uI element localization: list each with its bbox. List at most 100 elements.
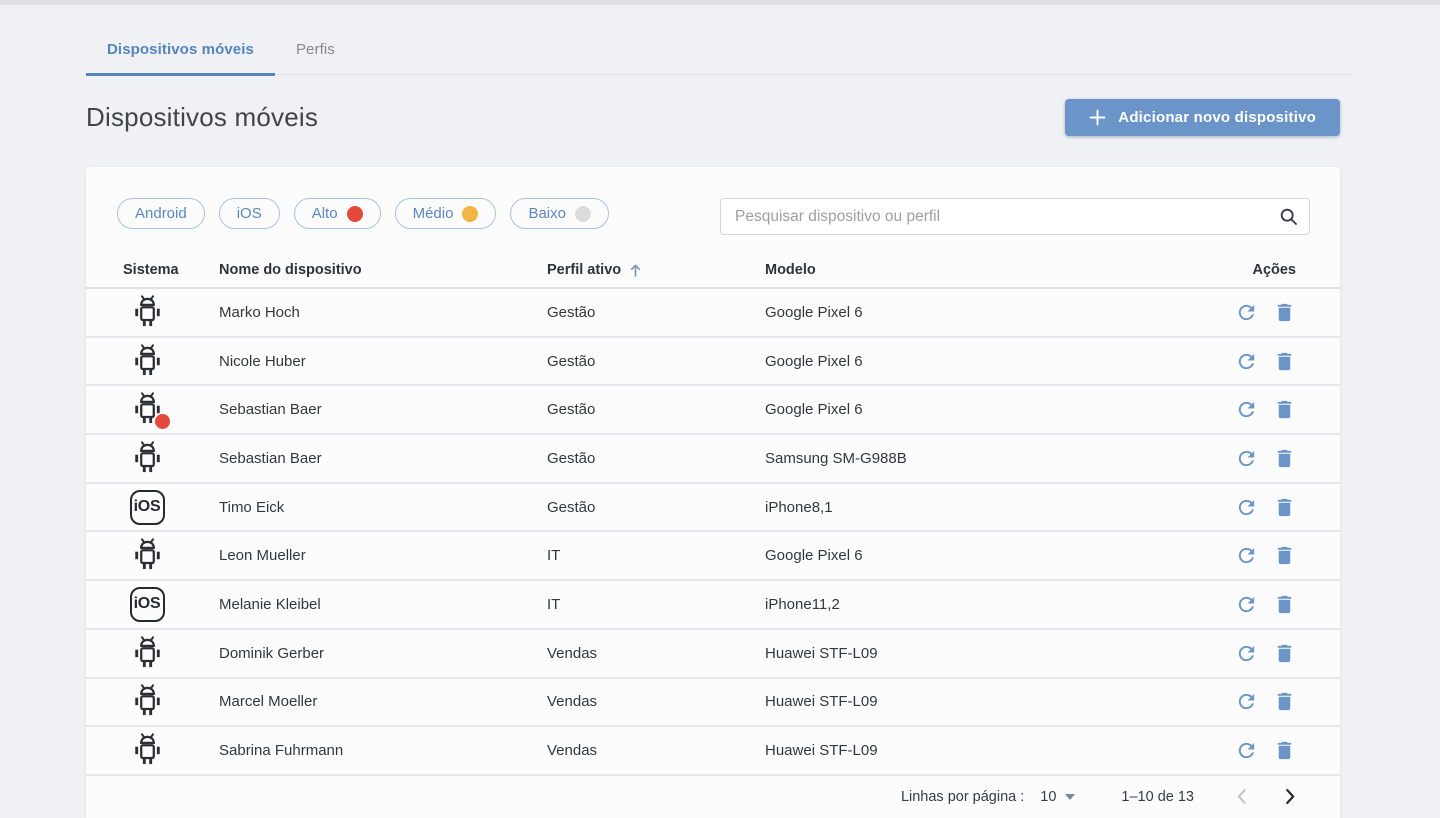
toolbar: Android iOS Alto Médio Baixo — [86, 167, 1340, 235]
column-header-sistema: Sistema — [86, 262, 219, 278]
ios-icon: iOS — [130, 490, 165, 525]
refresh-device-button[interactable] — [1235, 739, 1258, 762]
actions-cell — [1180, 544, 1340, 567]
device-name-cell: Marcel Moeller — [219, 693, 547, 710]
delete-device-button[interactable] — [1273, 593, 1296, 616]
column-header-nome: Nome do dispositivo — [219, 262, 547, 278]
filter-chip-ios[interactable]: iOS — [219, 198, 280, 229]
delete-device-button[interactable] — [1273, 642, 1296, 665]
active-profile-cell: Vendas — [547, 693, 765, 710]
filter-chip-android[interactable]: Android — [117, 198, 205, 229]
column-header-perfil-ativo[interactable]: Perfil ativo — [547, 262, 765, 278]
refresh-device-button[interactable] — [1235, 544, 1258, 567]
search-wrap — [720, 198, 1310, 235]
filter-chip-alto[interactable]: Alto — [294, 198, 381, 229]
devices-card: Android iOS Alto Médio Baixo — [86, 167, 1340, 818]
trash-icon — [1273, 350, 1296, 373]
trash-icon — [1273, 642, 1296, 665]
table-row: iOS Sebastian Baer Gestão Google Pixel 6 — [86, 386, 1340, 435]
refresh-icon — [1235, 544, 1258, 567]
tab-perfis[interactable]: Perfis — [275, 29, 356, 76]
trash-icon — [1273, 739, 1296, 762]
chevron-right-icon — [1285, 788, 1296, 805]
column-header-acoes: Ações — [1180, 262, 1340, 278]
model-cell: iPhone11,2 — [765, 596, 1180, 613]
table-row: iOS Nicole Huber Gestão Google Pixel 6 — [86, 338, 1340, 387]
actions-cell — [1180, 739, 1340, 762]
refresh-device-button[interactable] — [1235, 496, 1258, 519]
filter-chip-label: Médio — [413, 205, 454, 222]
rows-per-page-select[interactable]: 10 — [1040, 789, 1075, 805]
refresh-icon — [1235, 642, 1258, 665]
high-severity-dot-icon — [347, 206, 363, 222]
model-cell: Google Pixel 6 — [765, 353, 1180, 370]
active-profile-cell: Gestão — [547, 401, 765, 418]
delete-device-button[interactable] — [1273, 739, 1296, 762]
trash-icon — [1273, 544, 1296, 567]
column-header-modelo: Modelo — [765, 262, 1180, 278]
device-name-cell: Timo Eick — [219, 499, 547, 516]
device-name-cell: Sabrina Fuhrmann — [219, 742, 547, 759]
refresh-device-button[interactable] — [1235, 301, 1258, 324]
refresh-icon — [1235, 350, 1258, 373]
refresh-device-button[interactable] — [1235, 593, 1258, 616]
android-icon — [131, 537, 164, 574]
refresh-icon — [1235, 690, 1258, 713]
delete-device-button[interactable] — [1273, 496, 1296, 519]
refresh-device-button[interactable] — [1235, 690, 1258, 713]
filter-chip-label: Android — [135, 205, 187, 222]
filter-chip-medio[interactable]: Médio — [395, 198, 497, 229]
delete-device-button[interactable] — [1273, 350, 1296, 373]
delete-device-button[interactable] — [1273, 544, 1296, 567]
trash-icon — [1273, 447, 1296, 470]
add-device-button[interactable]: Adicionar novo dispositivo — [1065, 99, 1340, 136]
search-icon[interactable] — [1278, 206, 1299, 232]
table-row: iOS Dominik Gerber Vendas Huawei STF-L09 — [86, 630, 1340, 679]
refresh-device-button[interactable] — [1235, 447, 1258, 470]
device-name-cell: Sebastian Baer — [219, 401, 547, 418]
model-cell: Huawei STF-L09 — [765, 645, 1180, 662]
model-cell: Google Pixel 6 — [765, 304, 1180, 321]
refresh-icon — [1235, 398, 1258, 421]
android-icon — [131, 635, 164, 672]
page-title: Dispositivos móveis — [86, 102, 318, 133]
android-icon — [131, 683, 164, 720]
android-icon — [131, 343, 164, 380]
table-body: iOS Marko Hoch Gestão Google Pixel 6 — [86, 289, 1340, 776]
refresh-device-button[interactable] — [1235, 350, 1258, 373]
previous-page-button[interactable] — [1236, 788, 1247, 805]
actions-cell — [1180, 447, 1340, 470]
actions-cell — [1180, 642, 1340, 665]
refresh-icon — [1235, 301, 1258, 324]
active-profile-cell: Vendas — [547, 645, 765, 662]
refresh-device-button[interactable] — [1235, 642, 1258, 665]
filter-chip-baixo[interactable]: Baixo — [510, 198, 609, 229]
devices-table: Sistema Nome do dispositivo Perfil ativo… — [86, 253, 1340, 776]
chevron-down-icon — [1065, 794, 1075, 800]
active-profile-cell: Gestão — [547, 450, 765, 467]
refresh-device-button[interactable] — [1235, 398, 1258, 421]
device-name-cell: Melanie Kleibel — [219, 596, 547, 613]
next-page-button[interactable] — [1285, 788, 1296, 805]
add-device-button-label: Adicionar novo dispositivo — [1118, 109, 1316, 126]
column-header-perfil-ativo-label: Perfil ativo — [547, 262, 621, 278]
active-profile-cell: Vendas — [547, 742, 765, 759]
device-name-cell: Nicole Huber — [219, 353, 547, 370]
tabs-bar: Dispositivos móveis Perfis — [86, 5, 1354, 75]
active-profile-cell: Gestão — [547, 353, 765, 370]
page-header: Dispositivos móveis Adicionar novo dispo… — [86, 95, 1340, 139]
model-cell: Huawei STF-L09 — [765, 693, 1180, 710]
sort-ascending-arrow-icon — [629, 263, 642, 278]
table-row: iOS Sabrina Fuhrmann Vendas Huawei STF-L… — [86, 727, 1340, 776]
delete-device-button[interactable] — [1273, 398, 1296, 421]
delete-device-button[interactable] — [1273, 301, 1296, 324]
search-input[interactable] — [720, 198, 1310, 235]
table-row: iOS Leon Mueller IT Google Pixel 6 — [86, 532, 1340, 581]
trash-icon — [1273, 593, 1296, 616]
trash-icon — [1273, 301, 1296, 324]
delete-device-button[interactable] — [1273, 690, 1296, 713]
table-row: iOS Sebastian Baer Gestão Samsung SM-G98… — [86, 435, 1340, 484]
tab-dispositivos-moveis[interactable]: Dispositivos móveis — [86, 29, 275, 76]
table-header-row: Sistema Nome do dispositivo Perfil ativo… — [86, 253, 1340, 289]
delete-device-button[interactable] — [1273, 447, 1296, 470]
